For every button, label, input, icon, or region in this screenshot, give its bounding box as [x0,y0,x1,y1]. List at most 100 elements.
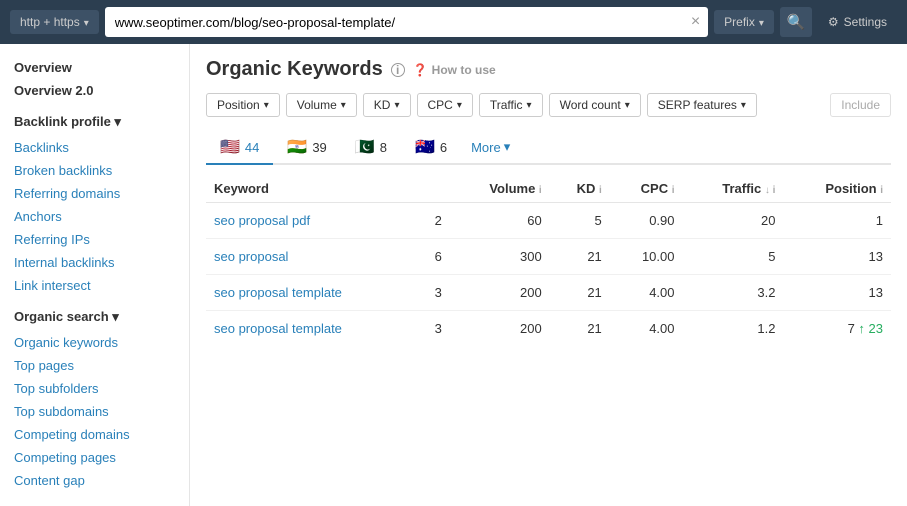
traffic-cell: 20 [683,203,784,239]
volume-cell: 300 [450,239,550,275]
table-row: seo proposal template 3 200 21 4.00 3.2 … [206,275,891,311]
sidebar-item-broken-backlinks[interactable]: Broken backlinks [0,159,189,182]
protocol-label: http + https [20,15,80,29]
sidebar-item-backlinks[interactable]: Backlinks [0,136,189,159]
sidebar-item-link-intersect[interactable]: Link intersect [0,274,189,297]
more-button[interactable]: More ▾ [461,133,520,161]
position-cell: 7 ↑ 23 [783,311,891,347]
position-cell: 13 [783,239,891,275]
col-cpc: CPC i [610,175,683,203]
question-icon: ❓ [413,63,428,77]
keyword-cell[interactable]: seo proposal template [206,311,416,347]
flag-tab-au[interactable]: 🇦🇺 6 [401,131,461,165]
position-chevron-icon: ▾ [264,100,269,111]
page-title: Organic Keywords [206,58,383,81]
sidebar-item-anchors[interactable]: Anchors [0,205,189,228]
keyword-cell[interactable]: seo proposal pdf [206,203,416,239]
au-flag-icon: 🇦🇺 [415,137,435,157]
kd-chevron-icon: ▾ [394,100,399,111]
filter-kd[interactable]: KD ▾ [363,93,411,117]
kd-cell: 21 [550,275,610,311]
kd-cell: 21 [550,311,610,347]
keyword-cell[interactable]: seo proposal template [206,275,416,311]
filter-volume[interactable]: Volume ▾ [286,93,357,117]
sidebar-item-organic-keywords[interactable]: Organic keywords [0,331,189,354]
col-keyword: Keyword [206,175,416,203]
sidebar-item-competing-pages[interactable]: Competing pages [0,446,189,469]
title-info-icon[interactable]: i [391,63,405,77]
cpc-chevron-icon: ▾ [457,100,462,111]
keywords-table: Keyword Volume i KD i CPC i Traffic ↓ i … [206,175,891,346]
filter-traffic[interactable]: Traffic ▾ [479,93,543,117]
in-flag-icon: 🇮🇳 [287,137,307,157]
clear-button[interactable]: × [691,14,700,30]
filter-position[interactable]: Position ▾ [206,93,280,117]
col-volume: Volume i [450,175,550,203]
sidebar-item-overview[interactable]: Overview [0,56,189,79]
filter-word-count[interactable]: Word count ▾ [549,93,641,117]
how-to-use-link[interactable]: ❓ How to use [413,63,496,77]
volume-chevron-icon: ▾ [341,100,346,111]
filter-serp-features[interactable]: SERP features ▾ [647,93,757,117]
num-cell: 3 [416,275,450,311]
sidebar-item-top-subfolders[interactable]: Top subfolders [0,377,189,400]
flag-tab-pk[interactable]: 🇵🇰 8 [341,131,401,165]
cpc-cell: 0.90 [610,203,683,239]
sidebar-item-competing-domains[interactable]: Competing domains [0,423,189,446]
sidebar-item-top-subdomains[interactable]: Top subdomains [0,400,189,423]
settings-gear-icon: ⚙ [828,15,839,29]
sidebar-item-referring-domains[interactable]: Referring domains [0,182,189,205]
prefix-label: Prefix [724,15,755,29]
settings-label: Settings [844,15,887,29]
url-wrapper: × [105,7,708,37]
search-button[interactable]: 🔍 [780,7,812,37]
cpc-cell: 4.00 [610,311,683,347]
position-cell: 13 [783,275,891,311]
include-button[interactable]: Include [830,93,891,117]
traffic-cell: 3.2 [683,275,784,311]
flag-tab-us[interactable]: 🇺🇸 44 [206,131,273,165]
pk-count: 8 [380,140,387,155]
sidebar-item-internal-backlinks[interactable]: Internal backlinks [0,251,189,274]
more-chevron-icon: ▾ [504,139,511,155]
au-count: 6 [440,140,447,155]
filter-cpc[interactable]: CPC ▾ [417,93,473,117]
table-row: seo proposal pdf 2 60 5 0.90 20 1 [206,203,891,239]
traffic-chevron-icon: ▾ [527,100,532,111]
volume-cell: 200 [450,275,550,311]
table-row: seo proposal template 3 200 21 4.00 1.2 … [206,311,891,347]
sidebar-item-top-pages[interactable]: Top pages [0,354,189,377]
in-count: 39 [312,140,326,155]
prefix-button[interactable]: Prefix [714,10,774,34]
pages-section-header[interactable]: Pages ▾ [0,498,189,506]
kd-cell: 21 [550,239,610,275]
settings-button[interactable]: ⚙ Settings [818,10,897,34]
organic-section-header[interactable]: Organic search ▾ [0,303,189,331]
keyword-cell[interactable]: seo proposal [206,239,416,275]
flag-tab-in[interactable]: 🇮🇳 39 [273,131,340,165]
volume-cell: 200 [450,311,550,347]
num-cell: 2 [416,203,450,239]
sidebar-item-overview2[interactable]: Overview 2.0 [0,79,189,102]
cpc-cell: 10.00 [610,239,683,275]
sidebar-item-referring-ips[interactable]: Referring IPs [0,228,189,251]
filter-bar: Position ▾ Volume ▾ KD ▾ CPC ▾ Traffic ▾… [206,93,891,117]
sidebar: Overview Overview 2.0 Backlink profile ▾… [0,44,190,506]
cpc-cell: 4.00 [610,275,683,311]
sidebar-item-content-gap[interactable]: Content gap [0,469,189,492]
num-cell: 6 [416,239,450,275]
col-position: Position i [783,175,891,203]
url-input[interactable] [105,7,708,37]
volume-cell: 60 [450,203,550,239]
kd-cell: 5 [550,203,610,239]
us-count: 44 [245,140,259,155]
protocol-button[interactable]: http + https [10,10,99,34]
us-flag-icon: 🇺🇸 [220,137,240,157]
page-title-area: Organic Keywords i ❓ How to use [206,58,891,81]
traffic-cell: 5 [683,239,784,275]
backlink-section-header[interactable]: Backlink profile ▾ [0,108,189,136]
col-traffic: Traffic ↓ i [683,175,784,203]
protocol-chevron-icon [84,15,89,29]
wordcount-chevron-icon: ▾ [625,100,630,111]
col-num [416,175,450,203]
